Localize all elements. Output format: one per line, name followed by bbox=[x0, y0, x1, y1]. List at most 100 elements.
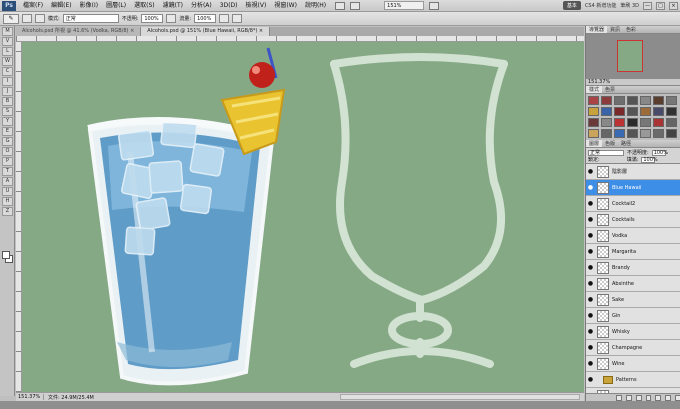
style-swatch[interactable] bbox=[627, 118, 638, 127]
layer-row[interactable]: ● Champagne bbox=[586, 340, 680, 356]
style-swatch[interactable] bbox=[588, 96, 599, 105]
style-swatch[interactable] bbox=[666, 129, 677, 138]
tab-alcohols-vodka[interactable]: Alcohols.psd 所視 @ 41.6% (Vodka, RGB/8) × bbox=[16, 27, 142, 36]
delete-layer-icon[interactable] bbox=[675, 394, 680, 401]
new-group-icon[interactable] bbox=[655, 394, 662, 401]
visibility-eye-icon[interactable]: ● bbox=[586, 344, 595, 351]
tab-paths[interactable]: 路徑 bbox=[618, 140, 634, 147]
layer-row[interactable]: ● Brandy bbox=[586, 260, 680, 276]
layer-row[interactable]: ● Gin bbox=[586, 308, 680, 324]
layer-row[interactable]: ● Sake bbox=[586, 292, 680, 308]
zoom-level-combo[interactable]: 151% bbox=[384, 1, 425, 10]
menu-help[interactable]: 說明(H) bbox=[301, 0, 330, 12]
menu-filter[interactable]: 濾鏡(T) bbox=[159, 0, 187, 12]
navigator-view-box[interactable] bbox=[617, 40, 643, 72]
foreground-color-swatch[interactable] bbox=[2, 251, 10, 259]
tab-color[interactable]: 色彩 bbox=[623, 26, 639, 33]
marquee-tool-icon[interactable]: M bbox=[2, 27, 13, 36]
navigator-preview[interactable] bbox=[586, 34, 680, 79]
style-swatch[interactable] bbox=[601, 118, 612, 127]
blend-mode-select[interactable]: 正常 bbox=[588, 149, 624, 156]
layer-row[interactable]: ● 陰影層 bbox=[586, 164, 680, 180]
layer-row[interactable]: ● Absinthe bbox=[586, 276, 680, 292]
tab-channels[interactable]: 色版 bbox=[602, 140, 618, 147]
menu-view[interactable]: 檢視(V) bbox=[242, 0, 271, 12]
maximize-button[interactable]: □ bbox=[656, 1, 665, 10]
eyedropper-icon[interactable]: I bbox=[2, 77, 13, 86]
style-swatch[interactable] bbox=[627, 129, 638, 138]
visibility-eye-icon[interactable]: ● bbox=[586, 200, 595, 207]
style-swatch[interactable] bbox=[601, 107, 612, 116]
visibility-eye-icon[interactable]: ● bbox=[586, 232, 595, 239]
brush-panel-icon[interactable] bbox=[35, 14, 45, 23]
flow-input[interactable]: 100% bbox=[194, 14, 217, 23]
clone-stamp-icon[interactable]: S bbox=[2, 107, 13, 116]
style-swatch[interactable] bbox=[601, 96, 612, 105]
workspace-3d-link[interactable]: 筆刷 3D bbox=[620, 2, 639, 9]
layer-row[interactable]: ● Patterns bbox=[586, 372, 680, 388]
link-layers-icon[interactable] bbox=[616, 394, 622, 401]
healing-brush-icon[interactable]: J bbox=[2, 87, 13, 96]
horizontal-scrollbar[interactable] bbox=[340, 394, 580, 400]
eraser-icon[interactable]: E bbox=[2, 127, 13, 136]
tab-info[interactable]: 資訊 bbox=[607, 26, 623, 33]
gradient-icon[interactable]: G bbox=[2, 137, 13, 146]
minimize-button[interactable]: — bbox=[643, 1, 652, 10]
style-swatch[interactable] bbox=[653, 107, 664, 116]
workspace-essentials-button[interactable]: 基本 bbox=[562, 1, 581, 10]
style-swatch[interactable] bbox=[640, 96, 651, 105]
style-swatch[interactable] bbox=[666, 118, 677, 127]
style-swatch[interactable] bbox=[666, 96, 677, 105]
style-swatch[interactable] bbox=[588, 107, 599, 116]
pressure-opacity-icon[interactable] bbox=[166, 14, 177, 23]
style-swatch[interactable] bbox=[640, 129, 651, 138]
navigator-zoom[interactable]: 151.37% bbox=[586, 79, 680, 86]
menu-select[interactable]: 選取(S) bbox=[130, 0, 159, 12]
visibility-eye-icon[interactable]: ● bbox=[586, 184, 595, 191]
visibility-eye-icon[interactable]: ● bbox=[586, 216, 595, 223]
layer-row[interactable]: ● Vodka bbox=[586, 228, 680, 244]
new-layer-icon[interactable] bbox=[665, 394, 672, 401]
type-tool-icon[interactable]: T bbox=[2, 167, 13, 176]
style-swatch[interactable] bbox=[627, 96, 638, 105]
style-swatch[interactable] bbox=[601, 129, 612, 138]
style-swatch[interactable] bbox=[640, 107, 651, 116]
menu-analysis[interactable]: 分析(A) bbox=[187, 0, 216, 12]
style-swatch[interactable] bbox=[614, 129, 625, 138]
style-swatch[interactable] bbox=[627, 107, 638, 116]
airbrush-icon[interactable] bbox=[219, 14, 230, 23]
status-zoom-value[interactable]: 151.37% bbox=[16, 394, 44, 400]
document-canvas[interactable] bbox=[22, 42, 584, 392]
layer-style-icon[interactable] bbox=[625, 394, 632, 401]
visibility-eye-icon[interactable]: ● bbox=[586, 248, 595, 255]
hand-tool-icon[interactable]: H bbox=[2, 197, 13, 206]
tab-styles[interactable]: 樣式 bbox=[586, 86, 603, 93]
layer-row[interactable]: ● Margarita bbox=[586, 244, 680, 260]
history-brush-icon[interactable]: Y bbox=[2, 117, 13, 126]
menu-edit[interactable]: 編輯(E) bbox=[47, 0, 75, 12]
layer-row[interactable]: ● Wine bbox=[586, 356, 680, 372]
style-swatch[interactable] bbox=[614, 118, 625, 127]
dodge-icon[interactable]: O bbox=[2, 147, 13, 156]
layer-row[interactable]: ● Cocktail2 bbox=[586, 196, 680, 212]
arrange-docs-icon[interactable] bbox=[429, 1, 440, 10]
style-swatch[interactable] bbox=[653, 118, 664, 127]
crop-tool-icon[interactable]: C bbox=[2, 67, 13, 76]
style-swatch[interactable] bbox=[653, 129, 664, 138]
layer-opacity-input[interactable]: 100% bbox=[651, 149, 668, 156]
menu-3d[interactable]: 3D(D) bbox=[216, 0, 242, 12]
visibility-eye-icon[interactable]: ● bbox=[586, 376, 595, 383]
style-swatch[interactable] bbox=[614, 96, 625, 105]
workspace-cs4-link[interactable]: CS4 新增功能 bbox=[585, 2, 616, 9]
mode-select[interactable]: 正常 bbox=[62, 14, 119, 23]
layer-row[interactable]: ● Whisky bbox=[586, 324, 680, 340]
style-swatch[interactable] bbox=[588, 129, 599, 138]
menu-layer[interactable]: 圖層(L) bbox=[102, 0, 130, 12]
style-swatch[interactable] bbox=[640, 118, 651, 127]
adjustment-layer-icon[interactable] bbox=[645, 394, 652, 401]
visibility-eye-icon[interactable]: ● bbox=[586, 168, 595, 175]
close-button[interactable]: × bbox=[669, 1, 678, 10]
brush-preset-icon[interactable]: ✎ bbox=[3, 13, 19, 24]
brush-tool-icon[interactable]: B bbox=[2, 97, 13, 106]
visibility-eye-icon[interactable]: ● bbox=[586, 296, 595, 303]
